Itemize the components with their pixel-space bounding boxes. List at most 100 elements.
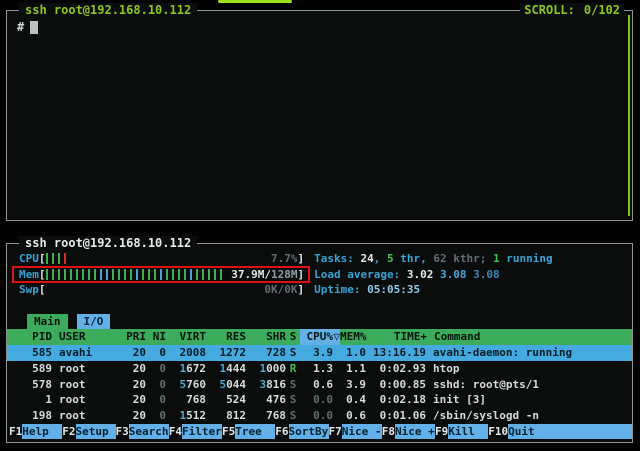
- fn-action-label: SortBy: [289, 424, 329, 440]
- fnkey-search[interactable]: F3Search: [116, 424, 169, 440]
- kthread-text: 62 kthr;: [433, 252, 493, 265]
- command: init [3]: [433, 392, 632, 408]
- col-res[interactable]: RES: [206, 329, 246, 345]
- command: htop: [433, 361, 632, 377]
- meter-bar: [196, 269, 198, 280]
- mem-meter: Mem[37.9M/128M]: [19, 267, 304, 283]
- pane-bottom-ssh[interactable]: ssh root@192.168.10.112 CPU[7.7%] Mem[37…: [6, 243, 633, 443]
- user: root: [59, 392, 119, 408]
- fnkey-kill[interactable]: F9Kill: [435, 424, 488, 440]
- res: 524: [206, 392, 246, 408]
- process-row[interactable]: 198root2001512812768S0.00.60:01.06/sbin/…: [7, 408, 632, 424]
- fn-action-label: Quit: [508, 424, 632, 440]
- swap-meter-value: 0K/0K: [264, 282, 297, 298]
- cpu-pct: 0.0: [300, 408, 333, 424]
- user: avahi: [59, 345, 119, 361]
- meter-bar: [64, 253, 66, 264]
- user: root: [59, 408, 119, 424]
- pri: 20: [119, 377, 146, 393]
- fnkey-quit[interactable]: F10Quit: [488, 424, 632, 440]
- meter-bar: [148, 269, 150, 280]
- fnkey-label: F4: [169, 424, 182, 440]
- running-label: running: [500, 252, 553, 265]
- fnkey-label: F2: [62, 424, 75, 440]
- function-key-bar: F1Help F2Setup F3Search F4Filter F5Tree …: [7, 424, 632, 440]
- meter-bar: [112, 269, 114, 280]
- process-row-selected[interactable]: 585avahi20020081272728S3.91.013:16.19ava…: [7, 345, 632, 361]
- scrollbar-thumb[interactable]: [628, 15, 630, 216]
- mem-pct: 0.6: [333, 408, 366, 424]
- mem-meter-value: 37.9M/128M: [231, 267, 297, 283]
- uptime-label: Uptime:: [314, 283, 367, 296]
- fnkey-sortby[interactable]: F6SortBy: [275, 424, 328, 440]
- tab-main[interactable]: Main: [27, 314, 68, 330]
- time: 13:16.19: [366, 345, 426, 361]
- col-time[interactable]: TIME+: [367, 329, 427, 345]
- meter-bar: [178, 269, 180, 280]
- pid: 589: [19, 361, 52, 377]
- tasks-sep: ,: [374, 252, 387, 265]
- fnkey-tree[interactable]: F5Tree: [222, 424, 275, 440]
- command: /sbin/syslogd -n: [433, 408, 632, 424]
- fnkey-filter[interactable]: F4Filter: [169, 424, 222, 440]
- mem-meter-bars: [46, 267, 226, 283]
- fn-action-label: Search: [129, 424, 169, 440]
- meter-bar: [220, 269, 222, 280]
- pri: 20: [119, 392, 146, 408]
- col-shr[interactable]: SHR: [246, 329, 286, 345]
- col-mem[interactable]: MEM%: [340, 329, 367, 345]
- state: S: [286, 345, 300, 361]
- res: 5044: [206, 377, 246, 393]
- pri: 20: [119, 408, 146, 424]
- col-user[interactable]: USER: [59, 329, 119, 345]
- meter-bar: [190, 269, 192, 280]
- col-state[interactable]: S: [286, 329, 300, 345]
- col-ni[interactable]: NI: [146, 329, 166, 345]
- load-label: Load average:: [314, 268, 407, 281]
- process-row[interactable]: 589root200167214441000R1.31.10:02.93htop: [7, 361, 632, 377]
- col-pid[interactable]: PID: [19, 329, 52, 345]
- cpu-pct: 0.0: [300, 392, 333, 408]
- meter-bar: [154, 269, 156, 280]
- meter-bar: [130, 269, 132, 280]
- fn-action-label: Filter: [182, 424, 222, 440]
- res-rest: 444: [226, 361, 246, 377]
- fnkey-label: F7: [329, 424, 342, 440]
- fnkey-help[interactable]: F1Help: [9, 424, 62, 440]
- tasks-line: Tasks: 24, 5 thr, 62 kthr; 1 running: [314, 251, 552, 267]
- meter-bar: [118, 269, 120, 280]
- fnkey-setup[interactable]: F2Setup: [62, 424, 115, 440]
- fnkey-nice-plus[interactable]: F8Nice +: [382, 424, 435, 440]
- meter-bar: [82, 269, 84, 280]
- process-row[interactable]: 578root200576050443816S0.63.90:00.85sshd…: [7, 377, 632, 393]
- fnkey-nice-minus[interactable]: F7Nice -: [329, 424, 382, 440]
- shr-mag: 1: [260, 361, 267, 377]
- res: 812: [206, 408, 246, 424]
- col-pri[interactable]: PRI: [119, 329, 146, 345]
- shr: 3816: [246, 377, 286, 393]
- col-command[interactable]: Command: [434, 329, 632, 345]
- fnkey-label: F3: [116, 424, 129, 440]
- cpu-meter-bars: [46, 251, 70, 267]
- meter-bar: [88, 269, 90, 280]
- process-table-header: PIDUSERPRINIVIRTRESSHRSCPU%▽MEM%TIME+Com…: [7, 329, 632, 345]
- bracket: ]: [298, 251, 305, 267]
- virt-mag: 1: [180, 408, 187, 424]
- state: R: [286, 361, 300, 377]
- process-row[interactable]: 1root200768524476S0.00.40:02.18init [3]: [7, 392, 632, 408]
- pid: 585: [19, 345, 52, 361]
- tab-io[interactable]: I/O: [77, 314, 111, 330]
- fn-action-label: Help: [22, 424, 62, 440]
- meter-bar: [64, 269, 66, 280]
- cpu-meter-label: CPU: [19, 251, 39, 267]
- col-cpu-sorted[interactable]: CPU%: [300, 329, 333, 345]
- col-virt[interactable]: VIRT: [166, 329, 206, 345]
- command: avahi-daemon: running: [433, 345, 632, 361]
- top-green-artifact: [218, 0, 292, 3]
- meter-bar: [142, 269, 144, 280]
- pane-top-ssh[interactable]: ssh root@192.168.10.112 SCROLL:0/102 #: [6, 10, 633, 221]
- res-rest: 044: [226, 377, 246, 393]
- mem-used: 37.9M: [231, 268, 264, 281]
- thread-label: thr,: [394, 252, 434, 265]
- pane-bottom-title: ssh root@192.168.10.112: [19, 236, 197, 250]
